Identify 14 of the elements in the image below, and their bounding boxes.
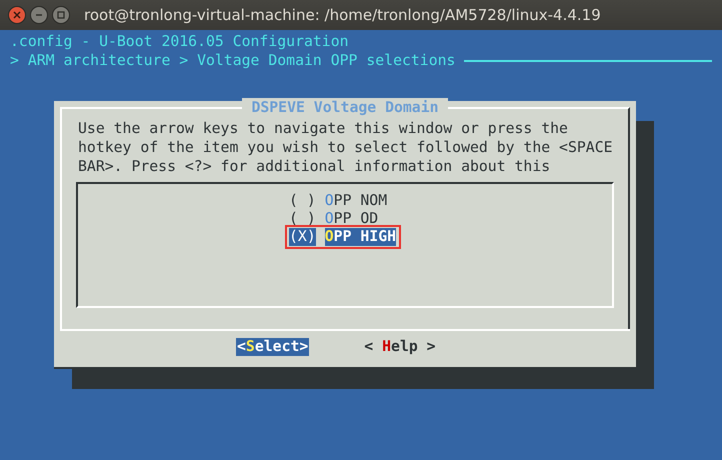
close-icon[interactable] [8,6,26,24]
window-title: root@tronlong-virtual-machine: /home/tronlong/AM5728/linux-4.4.19 [84,6,601,24]
help-text: hotkey of the item you wish to select followed by the <SPACE [78,138,614,157]
breadcrumb: > ARM architecture > Voltage Domain OPP selections [10,51,456,70]
radio-option[interactable]: ( ) OPP NOM [289,192,388,210]
radio-option[interactable]: ( ) OPP OD [289,210,378,228]
help-text: BAR>. Press <?> for additional information about this [78,157,552,176]
maximize-icon[interactable] [52,6,70,24]
minimize-icon[interactable] [30,6,48,24]
help-text: Use the arrow keys to navigate this window or press the [78,119,569,138]
dialog-button[interactable]: <Select> [236,338,310,356]
config-title: .config - U-Boot 2016.05 Configuration [10,32,349,51]
dialog-button[interactable]: < Help > [363,338,437,356]
dialog-title: DSPEVE Voltage Domain [242,98,448,117]
